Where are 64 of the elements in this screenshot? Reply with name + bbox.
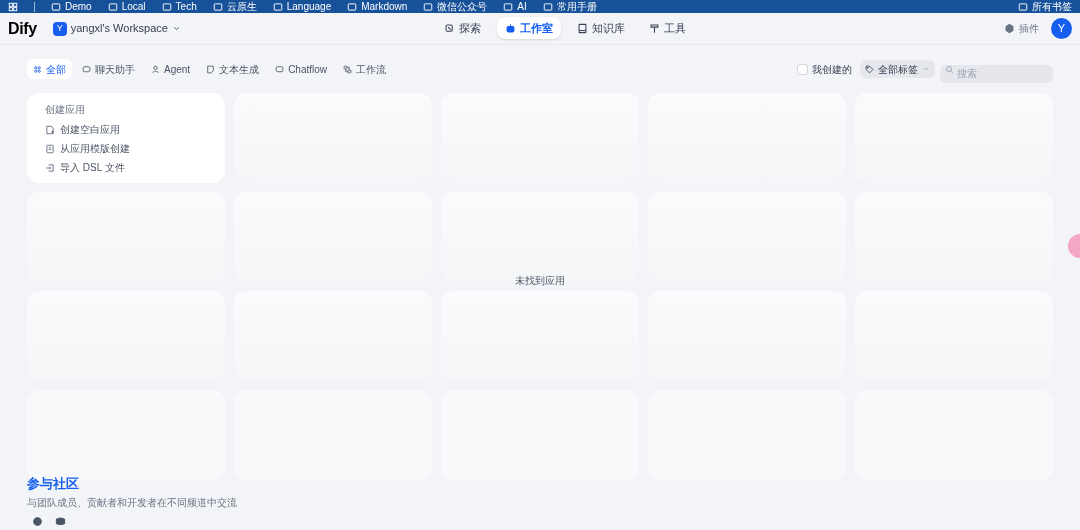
filter-tab[interactable]: 全部 (27, 59, 72, 79)
folder-icon (542, 1, 553, 12)
chat-icon (82, 64, 91, 74)
plugins-button[interactable]: 插件 (1004, 21, 1039, 36)
filter-tab[interactable]: 文本生成 (200, 59, 266, 79)
folder-icon (423, 1, 434, 12)
folder-icon (107, 1, 118, 12)
filter-tab[interactable]: 聊天助手 (76, 59, 141, 79)
folder-icon (212, 1, 223, 12)
folder-icon (161, 1, 172, 12)
community-subtitle: 与团队成员、贡献者和开发者在不同频道中交流 (27, 495, 237, 510)
folder-icon (51, 1, 61, 12)
tag-filter[interactable]: 全部标签 (860, 60, 935, 78)
tag-icon (865, 64, 874, 74)
bookmark[interactable]: AI (503, 0, 527, 13)
file-plus-icon (45, 124, 55, 135)
empty-message: 未找到应用 (515, 275, 565, 286)
search-icon (945, 64, 954, 74)
nav-tab[interactable]: 探索 (436, 17, 489, 39)
chat-icon (275, 64, 285, 74)
robot-icon (505, 22, 516, 34)
folder-icon (1018, 1, 1028, 12)
bookmark[interactable]: Markdown (347, 0, 408, 13)
import-icon (45, 162, 55, 173)
folder-icon (503, 1, 514, 12)
hammer-icon (649, 22, 660, 34)
logo: Dify (8, 18, 37, 39)
nav-tab[interactable]: 工作室 (497, 17, 561, 39)
filter-tab[interactable]: 工作流 (337, 59, 393, 79)
bookmark[interactable]: Demo (51, 0, 92, 13)
apps-icon[interactable] (8, 1, 18, 12)
bookmark[interactable]: Local (107, 0, 146, 13)
create-option[interactable]: 创建空白应用 (45, 122, 207, 137)
card-title: 创建应用 (45, 103, 86, 117)
grid-icon (33, 64, 42, 74)
bookmark[interactable]: Tech (161, 0, 197, 13)
filter-tab[interactable]: Chatflow (269, 59, 334, 79)
nav-tab[interactable]: 知识库 (569, 17, 633, 39)
filter-tab[interactable]: Agent (145, 59, 197, 79)
workflow-icon (343, 64, 353, 74)
explore-icon (444, 22, 455, 34)
search-field[interactable]: 搜索 (940, 64, 1053, 83)
cube-icon (1004, 23, 1015, 34)
folder-icon (272, 1, 283, 12)
avatar[interactable]: Y (1051, 18, 1072, 39)
all-bookmarks[interactable]: 所有书签 (1018, 0, 1072, 13)
folder-icon (347, 1, 358, 12)
chevron-down-icon (922, 65, 930, 73)
bookmark[interactable]: 云原生 (212, 0, 257, 13)
person-icon (151, 64, 160, 74)
workspace-selector[interactable]: Y yangxl's Workspace (52, 20, 181, 37)
note-icon (206, 64, 216, 74)
bookmark[interactable]: 常用手册 (542, 0, 597, 13)
create-option[interactable]: 导入 DSL 文件 (45, 160, 207, 175)
checkbox-label: 我创建的 (812, 62, 852, 77)
create-option[interactable]: 从应用模版创建 (45, 141, 207, 156)
book-icon (577, 22, 588, 34)
bookmark[interactable]: 微信公众号 (423, 0, 488, 13)
checkbox[interactable] (797, 63, 808, 75)
community-title: 参与社区 (27, 475, 80, 493)
chevron-down-icon (171, 24, 181, 33)
bookmark[interactable]: Language (272, 0, 332, 13)
template-icon (45, 143, 55, 154)
nav-tab[interactable]: 工具 (641, 17, 694, 39)
